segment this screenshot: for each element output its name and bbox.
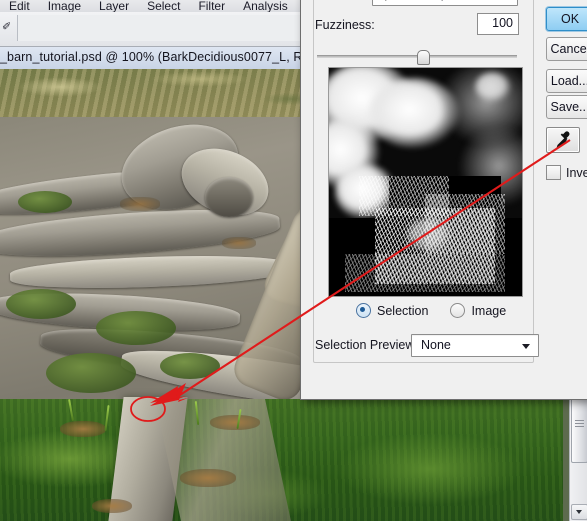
photoshop-app: Edit Image Layer Select Filter Analysis … <box>0 0 587 521</box>
eyedropper-tool-button[interactable] <box>546 127 580 153</box>
menu-item-filter[interactable]: Filter <box>189 0 234 12</box>
radio-option-image[interactable]: Image <box>450 303 506 318</box>
selection-preview-dropdown[interactable]: None <box>411 334 539 357</box>
cancel-button[interactable]: Cancel <box>546 37 587 61</box>
eyedropper-icon-large <box>556 131 570 149</box>
selection-preview-thumbnail[interactable] <box>328 67 523 297</box>
load-button[interactable]: Load... <box>546 69 587 93</box>
menu-item-select[interactable]: Select <box>138 0 189 12</box>
chevron-down-icon-2[interactable] <box>522 344 530 349</box>
preview-mask-image <box>329 68 522 296</box>
canvas-vertical-scrollbar[interactable] <box>569 387 587 521</box>
invert-checkbox[interactable] <box>546 165 561 180</box>
preview-mode-radio-group[interactable]: Selection Image <box>356 303 506 318</box>
menu-item-image[interactable]: Image <box>39 0 90 12</box>
fuzziness-label: Fuzziness: <box>315 18 375 32</box>
scrollbar-grip <box>575 420 584 427</box>
radio-image-indicator[interactable] <box>450 303 466 318</box>
ok-button[interactable]: OK <box>546 7 587 31</box>
slider-thumb[interactable] <box>417 50 430 65</box>
select-dropdown[interactable]: Sampled Colors <box>372 0 518 6</box>
invert-label: Invert <box>566 165 587 180</box>
selection-preview-label: Selection Preview: <box>315 338 418 352</box>
select-value: Sampled Colors <box>415 0 504 1</box>
active-tool-icon[interactable]: ✐ <box>2 20 11 33</box>
fuzziness-slider[interactable] <box>317 50 517 65</box>
fuzziness-value: 100 <box>492 16 513 30</box>
invert-checkbox-row[interactable]: Invert <box>546 165 587 180</box>
radio-selection-indicator[interactable] <box>356 303 371 318</box>
radio-selection-label: Selection <box>377 303 429 318</box>
color-range-dialog[interactable]: Select: Sampled Colors Fuzziness: 100 <box>300 0 587 400</box>
eyedropper-icon <box>385 0 387 1</box>
radio-option-selection[interactable]: Selection <box>356 303 428 318</box>
selection-preview-value: None <box>421 338 451 352</box>
document-title: _barn_tutorial.psd @ 100% (BarkDecidious… <box>0 50 332 64</box>
menu-item-analysis[interactable]: Analysis <box>234 0 297 12</box>
menu-item-layer[interactable]: Layer <box>90 0 138 12</box>
menu-item-edit[interactable]: Edit <box>0 0 39 12</box>
fuzziness-input[interactable]: 100 <box>477 13 519 35</box>
scroll-down-arrow-icon[interactable] <box>571 504 587 520</box>
save-button[interactable]: Save... <box>546 95 587 119</box>
select-label: Select: <box>329 0 367 1</box>
radio-image-label: Image <box>471 303 507 318</box>
dialog-body: Select: Sampled Colors Fuzziness: 100 <box>301 0 587 399</box>
